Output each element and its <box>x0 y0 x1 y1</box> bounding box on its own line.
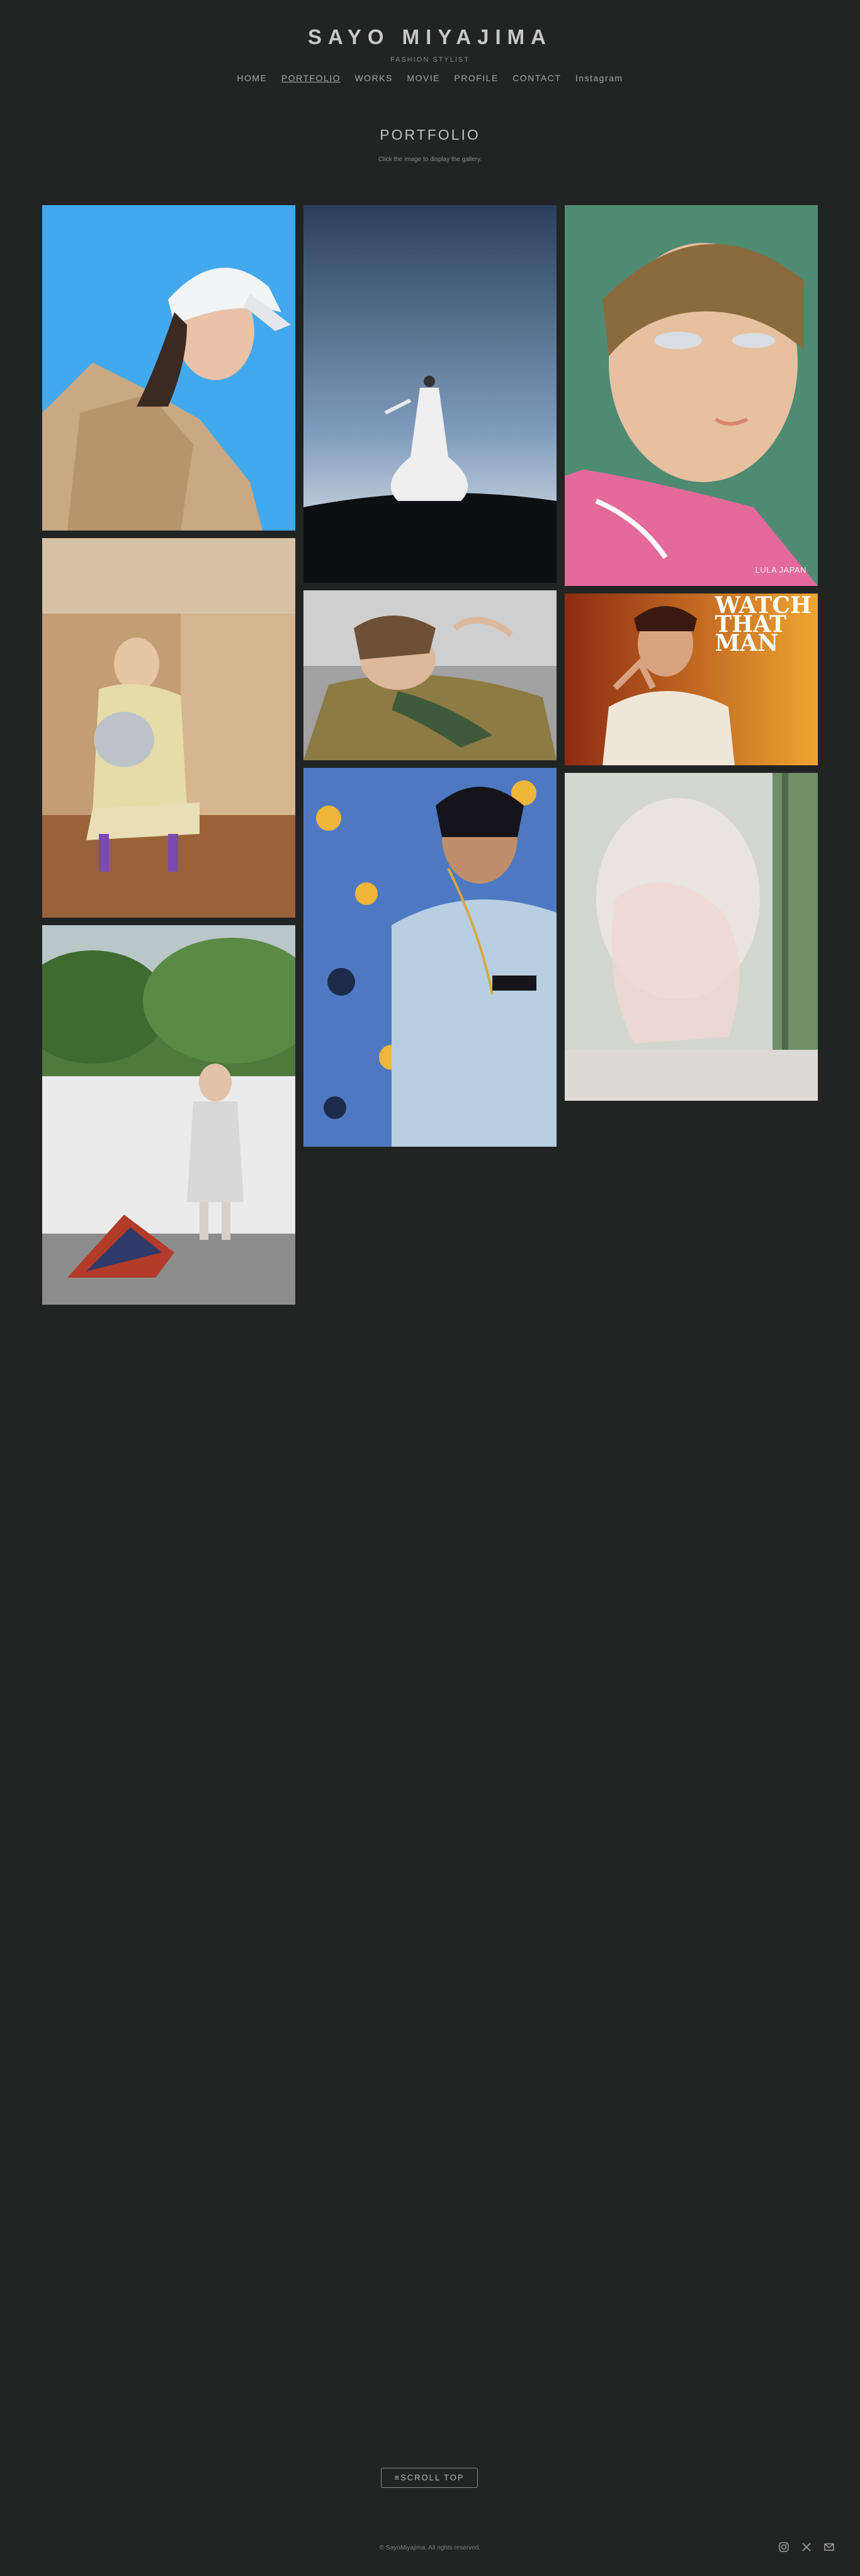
photo-patterned-scarf <box>303 768 557 1147</box>
photo-studio-chair <box>42 538 295 918</box>
nav-instagram[interactable]: Instagram <box>575 73 623 83</box>
social-links <box>778 2541 835 2553</box>
nav-home[interactable]: HOME <box>237 73 267 83</box>
gallery-image-cap-woman[interactable] <box>42 205 295 531</box>
magazine-title: WATCH THAT MAN <box>715 594 812 656</box>
nav-works[interactable]: WORKS <box>354 73 392 83</box>
photo-flag-street <box>42 925 295 1305</box>
nav-contact[interactable]: CONTACT <box>512 73 561 83</box>
photo-cap-woman <box>42 205 295 531</box>
photo-green-scarf <box>303 590 557 760</box>
mail-icon[interactable] <box>823 2541 835 2553</box>
nav-portfolio[interactable]: PORTFOLIO <box>281 73 341 83</box>
gallery-image-watch-that-man[interactable]: WATCH THAT MAN <box>565 593 818 765</box>
scroll-top-button[interactable]: ≡SCROLL TOP <box>381 2468 478 2488</box>
lula-caption: LULA JAPAN <box>755 565 806 575</box>
nav-profile[interactable]: PROFILE <box>454 73 498 83</box>
x-icon[interactable] <box>801 2541 812 2553</box>
page-title: PORTFOLIO <box>380 127 480 143</box>
gallery-image-lula-japan[interactable]: LULA JAPAN <box>565 205 818 586</box>
gallery-image-blurred-window[interactable] <box>565 773 818 1101</box>
main-nav: HOME PORTFOLIO WORKS MOVIE PROFILE CONTA… <box>0 73 860 84</box>
gallery-image-dress-sky[interactable] <box>303 205 557 583</box>
gallery-image-patterned-scarf[interactable] <box>303 768 557 1147</box>
photo-dress-sky <box>303 205 557 583</box>
gallery-image-studio-chair[interactable] <box>42 538 295 918</box>
copyright: © SayoMiyajima. All rights reserved. <box>379 2545 481 2551</box>
magazine-title-line3: MAN <box>715 630 779 656</box>
photo-blurred-window <box>565 773 818 1101</box>
photo-lula-japan <box>565 205 818 586</box>
gallery-image-green-scarf[interactable] <box>303 590 557 760</box>
instagram-icon[interactable] <box>778 2541 789 2553</box>
page-hint: Click the image to display the gallery. <box>378 156 482 163</box>
site-title[interactable]: SAYO MIYAJIMA <box>0 25 860 49</box>
gallery-image-flag-street[interactable] <box>42 925 295 1305</box>
nav-movie[interactable]: MOVIE <box>407 73 440 83</box>
site-subtitle: FASHION STYLIST <box>390 56 470 64</box>
